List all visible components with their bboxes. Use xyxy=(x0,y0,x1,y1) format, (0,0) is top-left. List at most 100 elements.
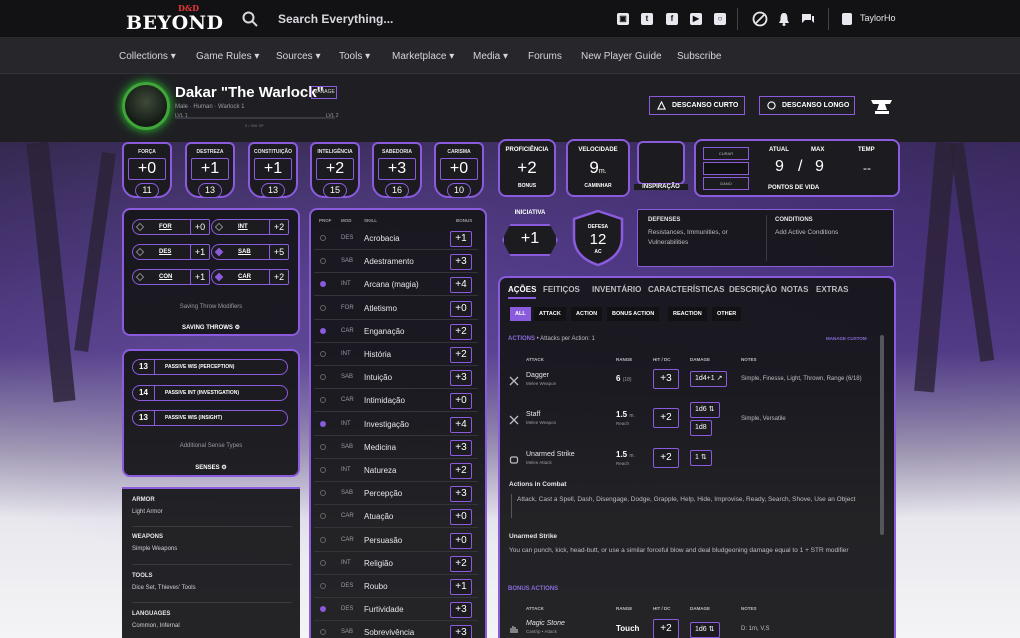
skill-row[interactable]: INT História +2 xyxy=(314,344,478,366)
nav-marketplace[interactable]: Marketplace ▾ xyxy=(392,51,454,62)
skill-row[interactable]: FOR Atletismo +0 xyxy=(314,298,478,320)
skill-ability: DES xyxy=(341,583,354,589)
manage-character-button[interactable]: MANAGE xyxy=(311,86,337,99)
save-row[interactable]: INT +2 xyxy=(211,219,289,235)
filter-bonus-action[interactable]: BONUS ACTION xyxy=(607,307,660,321)
username-link[interactable]: TaylorHo xyxy=(860,13,896,23)
skill-row[interactable]: INT Religião +2 xyxy=(314,553,478,575)
attack-damage[interactable]: 1d6 ⇅ xyxy=(690,402,720,418)
tab-spells[interactable]: FEITIÇOS xyxy=(543,285,580,294)
skill-row[interactable]: SAB Adestramento +3 xyxy=(314,251,478,274)
nav-forums[interactable]: Forums xyxy=(528,51,562,62)
filter-other[interactable]: OTHER xyxy=(712,307,742,321)
tab-actions[interactable]: AÇÕES xyxy=(508,285,537,299)
attack-damage[interactable]: 1 ⇅ xyxy=(690,450,712,466)
short-rest-button[interactable]: DESCANSO CURTO xyxy=(649,96,745,115)
attack-hit[interactable]: +3 xyxy=(653,369,679,389)
ability-charisma[interactable]: CARISMA +0 10 xyxy=(434,142,484,198)
tab-description[interactable]: DESCRIÇÃO xyxy=(729,285,777,294)
nav-game-rules[interactable]: Game Rules ▾ xyxy=(196,51,259,62)
youtube-icon[interactable]: ▶ xyxy=(690,13,702,25)
attack-damage[interactable]: 1d6 ⇅ xyxy=(690,622,720,638)
defenses-conditions-panel[interactable]: DEFENSES Resistances, Immunities, or Vul… xyxy=(637,209,894,267)
damage-button[interactable]: DANO xyxy=(703,177,749,190)
nav-new-player-guide[interactable]: New Player Guide xyxy=(581,51,662,62)
proficiency-dot xyxy=(320,397,326,404)
hp-temp-value[interactable]: -- xyxy=(863,161,871,175)
skill-row[interactable]: SAB Percepção +3 xyxy=(314,483,478,506)
filter-all[interactable]: ALL xyxy=(510,307,531,321)
ability-intelligence[interactable]: INTELIGÊNCIA +2 15 xyxy=(310,142,360,198)
armor-class-shield[interactable]: DEFESA 12 AC xyxy=(571,209,625,267)
ability-wisdom[interactable]: SABEDORIA +3 16 xyxy=(372,142,422,198)
skill-row[interactable]: SAB Medicina +3 xyxy=(314,437,478,459)
nav-collections[interactable]: Collections ▾ xyxy=(119,51,176,62)
save-row[interactable]: DES +1 xyxy=(132,244,210,260)
skill-name: Medicina xyxy=(364,442,397,452)
save-row[interactable]: FOR +0 xyxy=(132,219,210,235)
skill-row[interactable]: CAR Atuação +0 xyxy=(314,506,478,529)
nav-sources[interactable]: Sources ▾ xyxy=(276,51,320,62)
prof-armor-value: Light Armor xyxy=(132,509,163,515)
conditions-text[interactable]: Add Active Conditions xyxy=(775,228,838,238)
attack-damage-versatile[interactable]: 1d8 xyxy=(690,420,712,436)
skill-row[interactable]: INT Arcana (magia) +4 xyxy=(314,274,478,297)
attack-hit[interactable]: +2 xyxy=(653,448,679,468)
skill-row[interactable]: INT Natureza +2 xyxy=(314,460,478,482)
instagram-icon[interactable]: ○ xyxy=(714,13,726,25)
attack-damage[interactable]: 1d4+1 ↗ xyxy=(690,371,728,387)
hp-current-value[interactable]: 9 xyxy=(775,158,784,176)
attack-hit[interactable]: +2 xyxy=(653,408,679,428)
nav-subscribe[interactable]: Subscribe xyxy=(677,51,721,62)
skill-row[interactable]: CAR Persuasão +0 xyxy=(314,530,478,552)
inspiration-toggle[interactable] xyxy=(637,141,685,185)
tab-features[interactable]: CARACTERÍSTICAS xyxy=(648,285,724,294)
actions-scrollbar[interactable] xyxy=(880,335,884,535)
skill-row[interactable]: DES Roubo +1 xyxy=(314,576,478,598)
ability-dexterity[interactable]: DESTREZA +1 13 xyxy=(185,142,235,198)
site-logo[interactable]: D&D BEYOND xyxy=(126,3,223,34)
ability-strength[interactable]: FORÇA +0 11 xyxy=(122,142,172,198)
tab-extras[interactable]: EXTRAS xyxy=(816,285,848,294)
facebook-icon[interactable]: f xyxy=(666,13,678,25)
twitch-icon[interactable]: ▣ xyxy=(617,13,629,25)
d20-dice-icon[interactable] xyxy=(752,11,768,27)
chat-icon[interactable] xyxy=(800,11,816,27)
user-avatar-icon[interactable] xyxy=(842,13,852,25)
nav-media[interactable]: Media ▾ xyxy=(473,51,508,62)
save-row[interactable]: CAR +2 xyxy=(211,269,289,285)
long-rest-button[interactable]: DESCANSO LONGO xyxy=(759,96,855,115)
search-icon[interactable] xyxy=(242,11,258,27)
save-row[interactable]: SAB +5 xyxy=(211,244,289,260)
tab-notes[interactable]: NOTAS xyxy=(781,285,808,294)
bell-icon[interactable] xyxy=(776,11,792,27)
filter-action[interactable]: ACTION xyxy=(571,307,603,321)
heal-button[interactable]: CURAR xyxy=(703,147,749,160)
skill-row[interactable]: SAB Intuição +3 xyxy=(314,367,478,390)
twitter-icon[interactable]: t xyxy=(641,13,653,25)
senses-settings[interactable]: SENSES ⚙ xyxy=(124,464,298,471)
tab-inventory[interactable]: INVENTÁRIO xyxy=(592,285,641,294)
actions-section-title: ACTIONS • Attacks per Action: 1 xyxy=(508,336,595,342)
save-row[interactable]: CON +1 xyxy=(132,269,210,285)
nav-tools[interactable]: Tools ▾ xyxy=(339,51,370,62)
skill-row[interactable]: INT Investigação +4 xyxy=(314,414,478,436)
skill-row[interactable]: SAB Sobrevivência +3 xyxy=(314,622,478,638)
character-portrait[interactable] xyxy=(122,82,170,130)
character-name: Dakar "The Warlock" xyxy=(175,84,324,101)
skill-name: Atuação xyxy=(364,512,394,522)
skill-row[interactable]: DES Furtividade +3 xyxy=(314,599,478,622)
attack-hit[interactable]: +2 xyxy=(653,619,679,638)
skill-row[interactable]: CAR Enganação +2 xyxy=(314,321,478,343)
saving-throws-settings[interactable]: SAVING THROWS ⚙ xyxy=(124,324,298,331)
skill-bonus: +2 xyxy=(450,347,472,363)
manage-custom-button[interactable]: MANAGE CUSTOM xyxy=(826,336,867,341)
search-input[interactable]: Search Everything... xyxy=(278,12,393,26)
skill-row[interactable]: CAR Intimidação +0 xyxy=(314,390,478,413)
filter-attack[interactable]: ATTACK xyxy=(534,307,566,321)
anvil-icon[interactable] xyxy=(868,92,896,116)
ability-constitution[interactable]: CONSTITUIÇÃO +1 13 xyxy=(248,142,298,198)
skill-row[interactable]: DES Acrobacia +1 xyxy=(314,228,478,250)
hp-adjust-input[interactable] xyxy=(703,162,749,175)
filter-reaction[interactable]: REACTION xyxy=(668,307,707,321)
